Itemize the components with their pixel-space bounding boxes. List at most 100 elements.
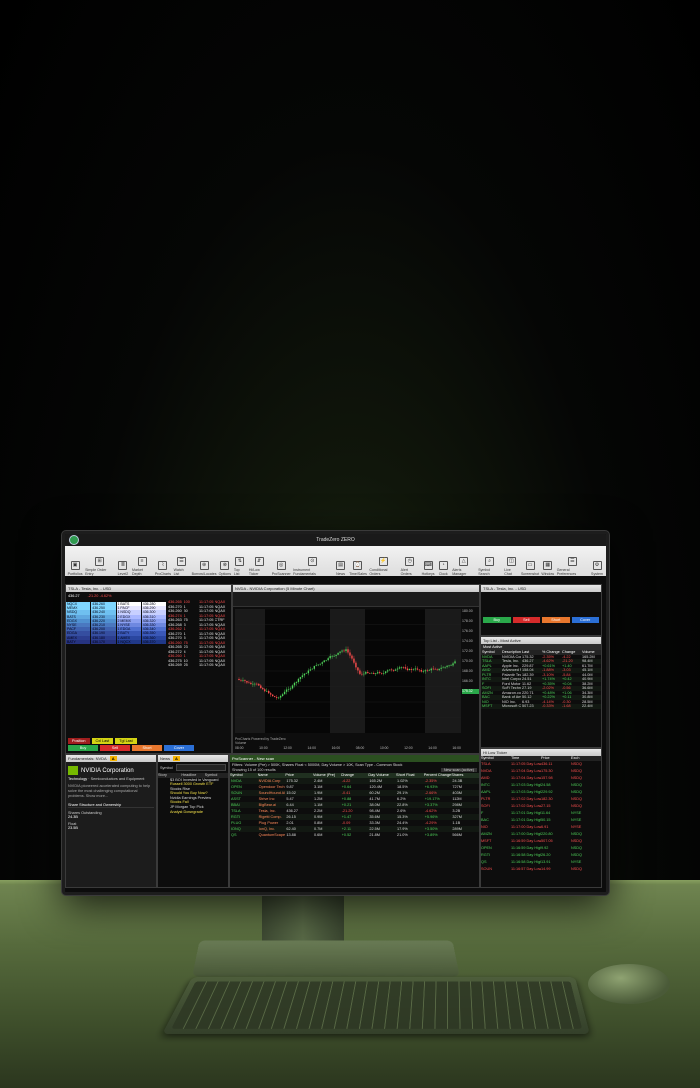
table-row[interactable]: F 11:17:01 Day High 11.64 NYSE — [481, 810, 601, 817]
table-row[interactable]: MSFT Microsoft Corp507.23 -0.33% -1.68 22.4M — [481, 704, 601, 709]
toolbar-button-22[interactable]: ▦ Window — [541, 561, 554, 576]
toolbar-button-12[interactable]: ▤ News — [335, 561, 347, 576]
buy-button-right[interactable]: Buy — [483, 617, 511, 623]
news-symbol-input[interactable] — [175, 764, 226, 771]
table-row[interactable]: MSFT 11:16:59 Day Low 507.05 NSDQ — [481, 838, 601, 845]
scanner-panel[interactable]: ProScanner - New scan Filters: Volume (P… — [229, 754, 480, 888]
toolbar-button-19[interactable]: ⌕ Symbol Search — [478, 557, 501, 576]
toplist-panel[interactable]: Top List - Most Active Most Active Symbo… — [480, 636, 602, 748]
candle-body — [327, 658, 329, 661]
toolbar-button-8[interactable]: ⇅ Top List — [234, 557, 246, 576]
toolbar-button-3[interactable]: ≡ Market Depth — [132, 557, 152, 576]
toolbar-button-9[interactable]: ⇵ Hi/Low Ticker — [249, 557, 269, 576]
cancel-last-button[interactable]: Cxl Last — [91, 738, 114, 744]
table-row[interactable]: AMZN 11:17:00 Day High 220.80 NSDQ — [481, 831, 601, 838]
news-item[interactable]: Analyst Downgrade — [158, 810, 228, 815]
table-row[interactable]: BAC 11:17:01 Day High 50.15 NYSE — [481, 817, 601, 824]
hilo-cell: 182.30 — [541, 796, 553, 801]
toolbar-button-18[interactable]: △ Alerts Manager — [452, 557, 475, 576]
short-button-right[interactable]: Short — [542, 617, 570, 623]
table-row[interactable]: TSLA 11:17:05 Day Low 436.11 NSDQ — [481, 761, 601, 768]
scanner-cell: +3.89% — [424, 832, 438, 837]
toolbar-button-16[interactable]: ⌨ Hotkeys — [422, 561, 435, 576]
candle-body — [293, 682, 296, 686]
toolbar-button-5[interactable]: ☰ Watch List — [174, 557, 190, 576]
table-row[interactable]: OPEN 11:16:59 Day High 9.92 NSDQ — [481, 845, 601, 852]
toolbar-button-7[interactable]: ⊗ Options — [219, 561, 231, 576]
candle-body — [426, 670, 428, 671]
sell-button-right[interactable]: Sell — [512, 617, 540, 623]
table-row[interactable]: SOUN 11:16:57 Day Low 14.99 NSDQ — [481, 866, 601, 873]
toolbar-button-2[interactable]: ≣ Level2 — [117, 561, 129, 576]
toolbar-button-1[interactable]: ⊞ Simple Order Entry — [85, 557, 114, 576]
news-column-header[interactable]: Headline — [181, 773, 204, 778]
toolbar-button-24[interactable]: ⚙ System — [591, 561, 603, 576]
toolbar-button-15[interactable]: ◷ Alert Orders — [401, 557, 419, 576]
toolbar-button-14[interactable]: ⚡ Conditional Orders — [369, 557, 397, 576]
cover-button-right[interactable]: Cover — [571, 617, 599, 623]
toolbar-button-21[interactable]: ▭ Screenshot — [521, 561, 539, 576]
app-title: TradeZero ZERO — [316, 537, 355, 543]
toolbar-button-23[interactable]: ☰ General Preferences — [557, 557, 588, 576]
table-row[interactable]: NIO 11:17:00 Day Low 6.91 NYSE — [481, 824, 601, 831]
sell-button[interactable]: Sell — [100, 745, 130, 751]
news-link-tag[interactable]: A — [173, 756, 180, 761]
cover-button[interactable]: Cover — [164, 745, 194, 751]
scanner-cell: +0.52 — [341, 832, 352, 837]
toolbar-button-6[interactable]: ⊕ Borrow/Locates — [192, 561, 217, 576]
candle-body — [238, 679, 240, 681]
hilo-cell: NSDQ — [571, 852, 582, 857]
candle-body — [398, 667, 401, 669]
candle-body — [418, 669, 421, 671]
candle-body — [400, 667, 403, 668]
hilo-cell: 11:16:57 Day Low — [511, 866, 541, 871]
table-row[interactable]: INTC 11:17:03 Day High 24.58 NSDQ — [481, 782, 601, 789]
tape-cell: 11:17:05 — [199, 663, 214, 667]
scanner-cell: 566M — [452, 832, 462, 837]
table-row[interactable]: QS 11:16:58 Day High 13.91 NYSE — [481, 859, 601, 866]
toolbar-button-11[interactable]: ⊙ Instrument Fundamentals — [293, 557, 331, 576]
short-button[interactable]: Short — [132, 745, 162, 751]
buy-button[interactable]: Buy — [68, 745, 98, 751]
news-column-header[interactable]: Symbol — [205, 773, 228, 778]
toolbar-button-13[interactable]: ⌚ Time/Sales — [349, 561, 367, 576]
toolbar-button-4[interactable]: ⌇ ProCharts — [155, 561, 171, 576]
position-button[interactable]: Position — [68, 738, 90, 744]
table-row[interactable]: QS QuantumScape 13.88 0.6M +0.52 21.8M 21.0% +3… — [230, 832, 479, 838]
chart-panel[interactable]: NVDA - NVIDIA Corporation (5 Minute Char… — [232, 584, 480, 754]
candlestick-chart[interactable] — [235, 608, 461, 733]
chat-icon: ◫ — [506, 557, 516, 566]
hilo-cell: 11:17:03 Day High — [511, 789, 541, 794]
toggle-last-button[interactable]: Tgl Last — [115, 738, 137, 744]
level2-panel-left[interactable]: TSLA - Tesla, Inc. - USD 436.27 -21.20 -… — [65, 584, 232, 754]
level2-panel-right[interactable]: TSLA - Tesla, Inc. - USD Buy Sell Short … — [480, 584, 602, 636]
table-row[interactable]: SOFI 11:17:02 Day Low 27.15 NSDQ — [481, 803, 601, 810]
table-row[interactable]: AAPL 11:17:03 Day High 229.92 NSDQ — [481, 789, 601, 796]
scanner-save-select[interactable]: New scan (active) — [440, 768, 477, 772]
candle-body — [371, 673, 373, 674]
chart-toolbar[interactable] — [233, 592, 479, 607]
candle-body — [347, 649, 349, 653]
table-row[interactable]: PLTR 11:17:02 Day Low 182.30 NSDQ — [481, 796, 601, 803]
level2-left-title: TSLA - Tesla, Inc. - USD — [68, 586, 112, 591]
toolbar-button-17[interactable]: ◔ Clock — [437, 561, 449, 576]
news-panel[interactable]: News A Symbol Story Headline Symbol $3 BOI… — [157, 754, 229, 888]
toolbar-button-0[interactable]: ▣ Portfolios — [68, 561, 83, 576]
table-row[interactable]: RGTI 11:16:58 Day High 26.20 NSDQ — [481, 852, 601, 859]
table-row[interactable]: AMD 11:17:04 Day Low 157.98 NSDQ — [481, 775, 601, 782]
price-chart[interactable] — [235, 608, 461, 733]
toplist-title: Top List - Most Active — [483, 638, 521, 643]
table-row[interactable]: NVDA 11:17:04 Day Low 175.30 NSDQ — [481, 768, 601, 775]
toolbar-button-20[interactable]: ◫ Live Chat — [504, 557, 518, 576]
level2-right-header: TSLA - Tesla, Inc. - USD — [481, 585, 601, 592]
fundamentals-panel[interactable]: Fundamentals: NVDA A NVIDIA Corporation … — [65, 754, 157, 888]
fundamentals-link-tag[interactable]: A — [109, 756, 117, 761]
tape-cell: 436.269 — [168, 663, 182, 667]
toolbar-button-10[interactable]: ◎ ProScanner — [272, 561, 291, 576]
news-column-header[interactable]: Story — [158, 773, 181, 778]
candle-body — [452, 663, 454, 666]
level2-left-price: 436.27 — [68, 594, 80, 598]
candle-body — [299, 677, 302, 679]
hilo-panel[interactable]: Hi Low Ticker Symbol Time Price Exch TSLA 11… — [480, 748, 602, 888]
toolbar-label: Instrument Fundamentals — [293, 568, 316, 576]
